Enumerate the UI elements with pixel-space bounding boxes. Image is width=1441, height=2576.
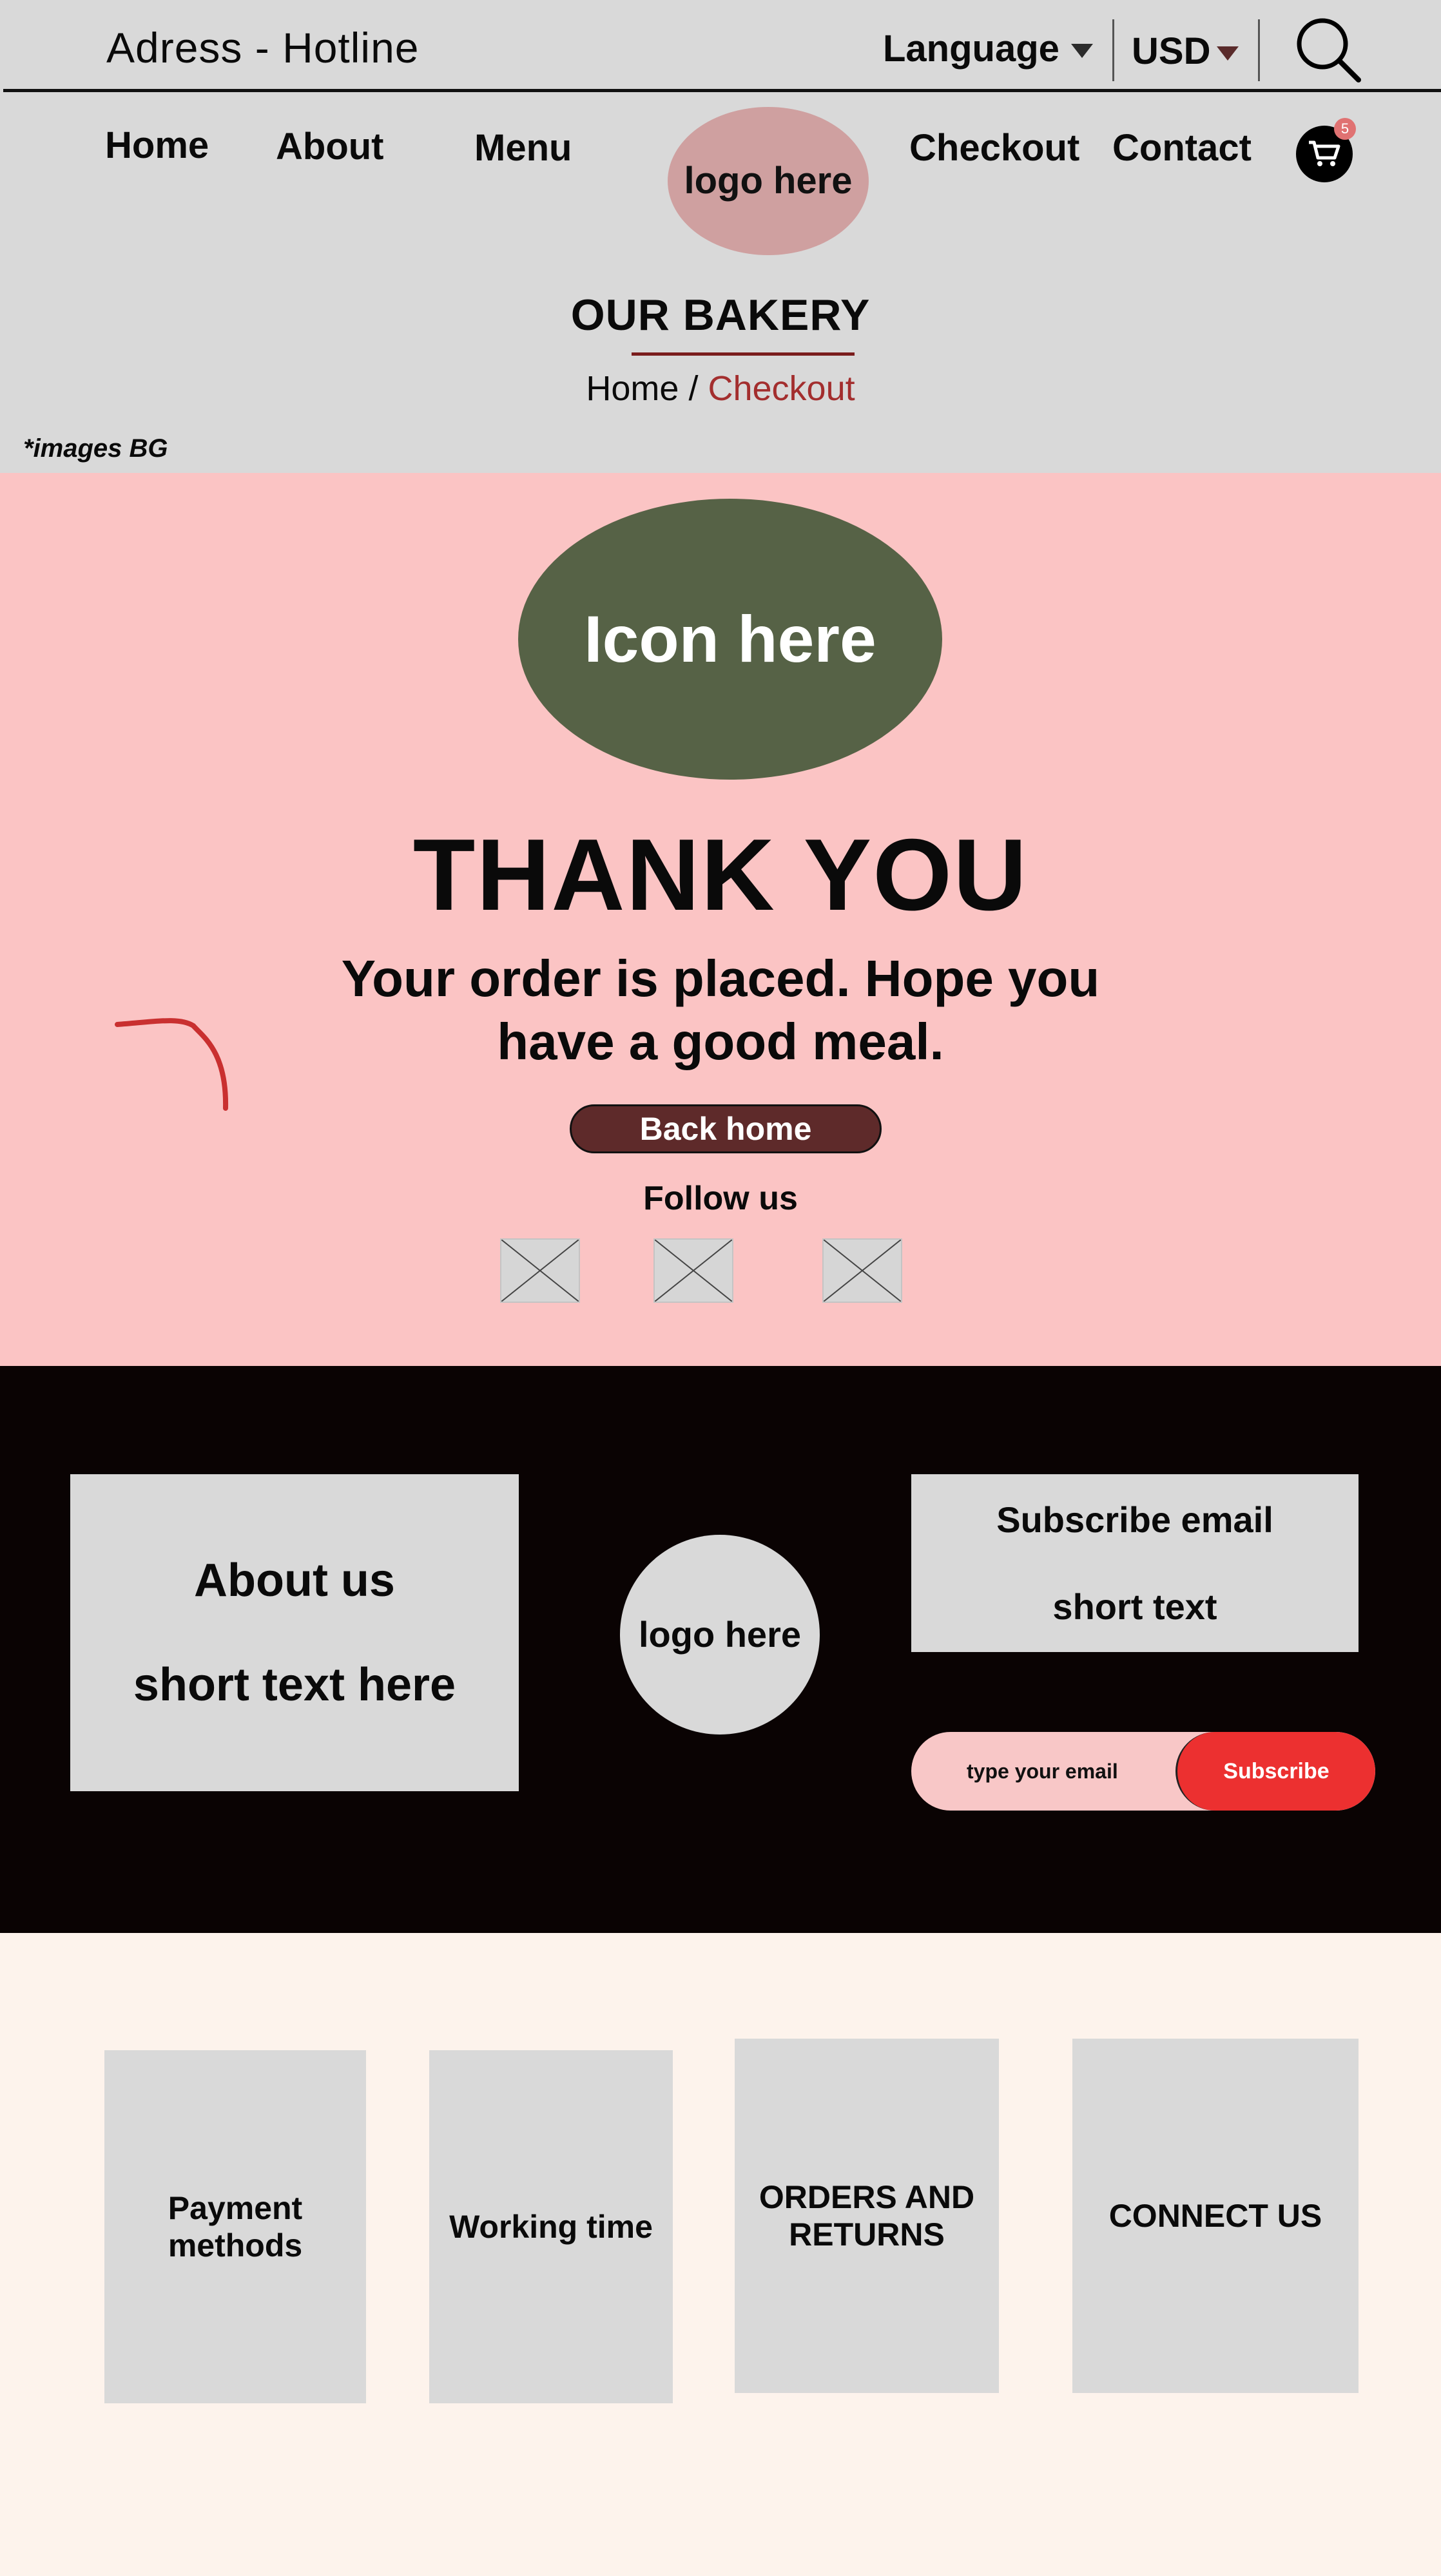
info-card-connect[interactable]: CONNECT US [1072,2039,1359,2393]
nav-menu[interactable]: Menu [474,126,572,169]
cart-icon [1309,140,1340,166]
thank-you-heading: THANK YOU [412,818,1029,932]
follow-us-label: Follow us [643,1180,798,1217]
breadcrumb-current: Checkout [708,369,855,408]
breadcrumb-home[interactable]: Home [586,369,679,408]
footer-logo[interactable]: logo here [620,1535,820,1735]
about-us-box: About us short text here [70,1474,519,1791]
images-bg-note: *images BG [23,434,168,463]
info-card-payment[interactable]: Payment methods [104,2050,366,2403]
breadcrumb: Home / Checkout [0,369,1441,409]
icon-placeholder: Icon here [518,499,942,780]
nav-home[interactable]: Home [105,124,209,167]
annotation-mark [115,1013,231,1116]
title-underline [632,352,855,356]
topbar-divider [3,89,1441,92]
about-us-title: About us [194,1555,395,1606]
order-message: Your order is placed. Hope you have a go… [341,950,1100,1070]
nav-about[interactable]: About [276,125,384,168]
subscribe-form: Subscribe [911,1732,1375,1811]
email-field[interactable] [911,1732,1182,1811]
info-card-orders-returns[interactable]: ORDERS AND RETURNS [735,2039,999,2393]
social-link-1[interactable] [500,1238,580,1303]
back-home-button[interactable]: Back home [570,1104,882,1153]
about-us-text: short text here [133,1659,456,1711]
chevron-down-icon [1070,43,1093,58]
subscribe-box: Subscribe email short text [911,1474,1359,1652]
image-placeholder-icon [501,1239,579,1302]
language-label: Language [883,28,1059,70]
nav-checkout[interactable]: Checkout [909,126,1079,169]
nav-contact[interactable]: Contact [1112,126,1252,169]
social-link-3[interactable] [822,1238,902,1303]
info-card-working-time[interactable]: Working time [429,2050,673,2403]
search-icon[interactable] [1293,14,1364,85]
subscribe-title: Subscribe email [996,1499,1273,1540]
social-link-2[interactable] [653,1238,733,1303]
subscribe-button[interactable]: Subscribe [1175,1732,1375,1811]
currency-dropdown[interactable]: USD [1132,30,1239,73]
currency-label: USD [1132,30,1211,72]
header-divider [1258,19,1260,81]
chevron-down-icon [1217,46,1239,61]
language-dropdown[interactable]: Language [883,27,1093,70]
subscribe-text: short text [1052,1586,1217,1627]
header-logo[interactable]: logo here [668,107,869,255]
header-divider [1112,19,1114,81]
address-hotline: Adress - Hotline [106,24,420,72]
cart-count-badge: 5 [1334,118,1356,140]
breadcrumb-separator: / [688,369,699,408]
image-placeholder-icon [823,1239,902,1302]
image-placeholder-icon [654,1239,733,1302]
page-title: OUR BAKERY [570,291,871,340]
